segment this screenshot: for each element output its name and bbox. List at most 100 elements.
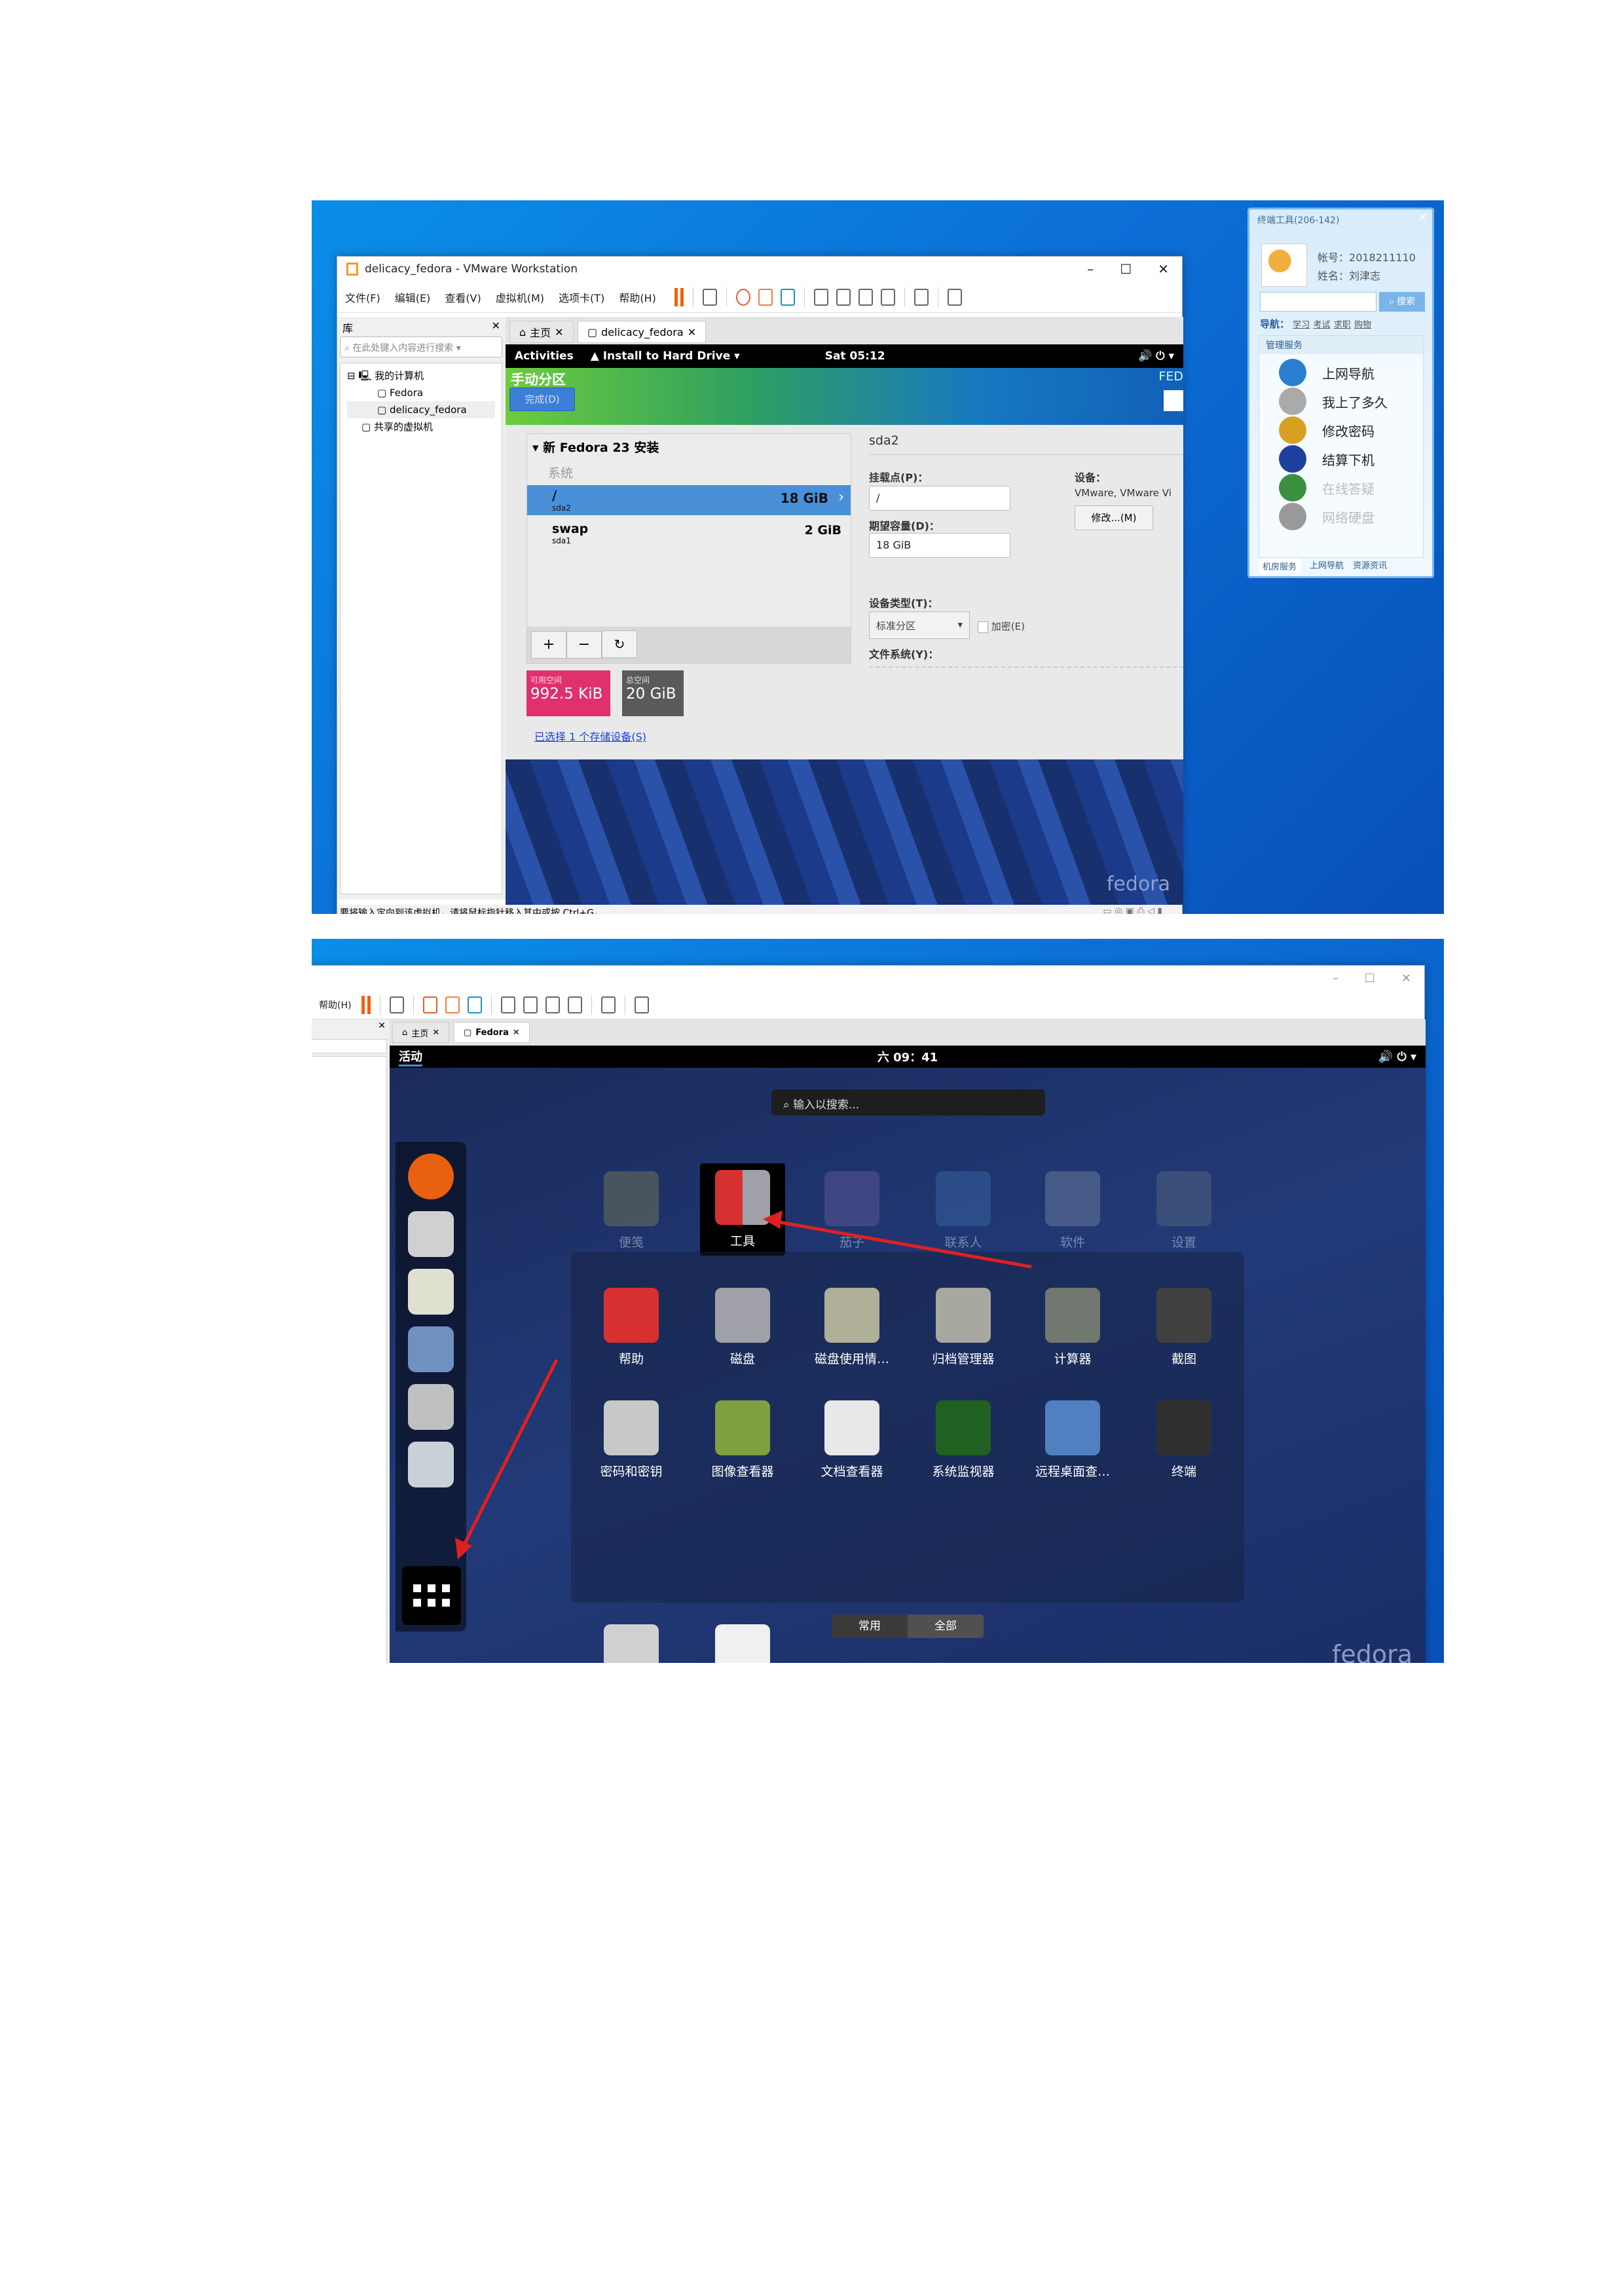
fullscreen-icon[interactable] xyxy=(545,996,561,1013)
maximize-button[interactable]: ☐ xyxy=(1120,261,1132,277)
minimize-button[interactable]: – xyxy=(1087,261,1094,277)
tab-fedora[interactable]: ▢ Fedora ✕ xyxy=(454,1022,530,1043)
service-item[interactable]: 网络硬盘 xyxy=(1279,502,1423,531)
minimize-button[interactable]: – xyxy=(1333,972,1338,985)
unity-icon[interactable] xyxy=(568,996,583,1013)
capacity-input[interactable]: 18 GiB xyxy=(869,533,1010,558)
screenshot-install: delicacy_fedora - VMware Workstation – ☐ ✕… xyxy=(312,200,1444,914)
tab-resources[interactable]: 资源资讯 xyxy=(1353,558,1387,574)
partition-row[interactable]: swap sda1 2 GiB xyxy=(527,515,851,552)
tab-delicacy-fedora[interactable]: ▢ delicacy_fedora ✕ xyxy=(578,321,707,343)
available-space: 可用空间 992.5 KiB xyxy=(526,670,610,716)
widget-search-input[interactable] xyxy=(1260,292,1376,312)
library-close-icon[interactable]: ✕ xyxy=(492,319,500,335)
snapshot-icon[interactable] xyxy=(423,996,438,1013)
pause-icon[interactable] xyxy=(361,995,371,1014)
console-icon[interactable] xyxy=(913,288,929,306)
remove-partition-button[interactable]: − xyxy=(566,631,602,659)
tree-item-shared-vms[interactable]: ▢ 共享的虚拟机 xyxy=(347,418,495,435)
console-icon[interactable] xyxy=(601,996,616,1013)
service-item[interactable]: 上网导航 xyxy=(1279,358,1423,387)
all-tab[interactable]: 全部 xyxy=(908,1614,984,1638)
device-type-dropdown[interactable]: 标准分区 ▾ xyxy=(869,611,970,639)
widget-close-icon[interactable]: ✕ xyxy=(1418,211,1427,223)
tab-lab-service[interactable]: 机房服务 xyxy=(1259,558,1301,574)
chevron-right-icon: › xyxy=(838,489,844,505)
done-button[interactable]: 完成(D) xyxy=(509,388,575,411)
nav-link-study[interactable]: 学习 xyxy=(1293,320,1310,330)
menu-help[interactable]: 帮助(H) xyxy=(319,998,351,1011)
service-item[interactable]: 修改密码 xyxy=(1279,416,1423,445)
service-icon xyxy=(1279,503,1306,530)
unity-icon[interactable] xyxy=(880,288,895,306)
total-space: 总空间 20 GiB xyxy=(622,670,684,716)
library-title: 库 xyxy=(342,322,354,335)
close-button[interactable]: ✕ xyxy=(1158,261,1169,277)
menu-vm[interactable]: 虚拟机(M) xyxy=(496,289,544,305)
user-avatar xyxy=(1261,244,1307,287)
tree-item-my-computer[interactable]: ⊟ 🖳 我的计算机 xyxy=(347,367,495,384)
tab-strip: ⌂ 主页 ✕ ▢ Fedora ✕ xyxy=(390,1019,1426,1046)
tab-home[interactable]: ⌂ 主页 ✕ xyxy=(392,1022,450,1043)
library-search-input[interactable]: ⌕ 在此处键入内容进行搜索 ▾ xyxy=(340,337,502,357)
mount-point-input[interactable]: / xyxy=(869,486,1010,511)
activities-button[interactable]: Activities xyxy=(515,350,574,363)
tab-web-nav[interactable]: 上网导航 xyxy=(1310,558,1344,574)
stretch-icon[interactable] xyxy=(635,996,650,1013)
storage-devices-link[interactable]: 已选择 1 个存储设备(S) xyxy=(534,728,646,744)
revert-snapshot-icon[interactable] xyxy=(758,288,773,306)
library-panel: ✕ xyxy=(312,1019,390,1663)
thumbnail-icon[interactable] xyxy=(523,996,538,1013)
snapshot-icon[interactable] xyxy=(735,288,750,306)
close-button[interactable]: ✕ xyxy=(1401,972,1411,985)
nav-link-exam[interactable]: 考试 xyxy=(1314,320,1331,330)
nav-link-jobs[interactable]: 求职 xyxy=(1334,320,1351,330)
installer-header: 手动分区 完成(D) FED xyxy=(506,368,1183,425)
menu-file[interactable]: 文件(F) xyxy=(345,289,380,305)
library-view-icon[interactable] xyxy=(501,996,516,1013)
service-item[interactable]: 在线答疑 xyxy=(1279,473,1423,502)
service-item[interactable]: 我上了多久 xyxy=(1279,387,1423,416)
terminal-tool-widget: 终端工具(206-142) ✕ 帐号：2018211110 姓名：刘津志 ⌕ 搜… xyxy=(1247,208,1434,578)
stretch-icon[interactable] xyxy=(947,288,962,306)
partition-list: ▾ 新 Fedora 23 安装 系统 / sda2 18 GiB › swap sd… xyxy=(526,433,851,664)
service-icon xyxy=(1279,388,1306,415)
snapshot-manager-icon[interactable] xyxy=(468,996,483,1013)
reload-button[interactable]: ↻ xyxy=(602,630,637,658)
send-keys-icon[interactable] xyxy=(390,996,405,1013)
installer-title: 手动分区 xyxy=(511,372,566,388)
install-group-header[interactable]: ▾ 新 Fedora 23 安装 xyxy=(527,434,851,460)
revert-snapshot-icon[interactable] xyxy=(445,996,460,1013)
widget-search-button[interactable]: ⌕ 搜索 xyxy=(1379,292,1425,312)
modify-button[interactable]: 修改...(M) xyxy=(1075,505,1153,530)
send-keys-icon[interactable] xyxy=(702,288,717,306)
tree-item-delicacy-fedora[interactable]: ▢ delicacy_fedora xyxy=(347,401,495,418)
menu-edit[interactable]: 编辑(E) xyxy=(395,289,431,305)
snapshot-manager-icon[interactable] xyxy=(780,288,795,306)
view-switcher: 常用 全部 xyxy=(832,1614,984,1638)
library-close-icon[interactable]: ✕ xyxy=(378,1021,386,1031)
partition-row[interactable]: / sda2 18 GiB › xyxy=(527,485,851,515)
encrypt-checkbox[interactable]: 加密(E) xyxy=(978,619,1025,633)
tree-item-fedora[interactable]: ▢ Fedora xyxy=(347,384,495,401)
library-view-icon[interactable] xyxy=(813,288,828,306)
menu-view[interactable]: 查看(V) xyxy=(445,289,481,305)
vm-screen[interactable]: 活动 六 09：41 🔊 ⏻ ▾ ⌕ 输入以搜索... 便笺 工具 茄子 联系人 软件设… xyxy=(390,1046,1426,1663)
nav-link-shopping[interactable]: 购物 xyxy=(1354,320,1371,330)
vm-screen[interactable]: Activities ▲ Install to Hard Drive ▾ Sat… xyxy=(506,344,1183,905)
keyboard-icon[interactable] xyxy=(1164,390,1183,411)
service-item[interactable]: 结算下机 xyxy=(1279,445,1423,473)
menu-tabs[interactable]: 选项卡(T) xyxy=(559,289,604,305)
device-status-icons[interactable]: ▭ ◎ ▣ ⎙ ◁ ▮ xyxy=(1103,906,1162,914)
add-partition-button[interactable]: + xyxy=(531,631,566,659)
system-menu-icon[interactable]: 🔊 ⏻ ▾ xyxy=(1138,350,1174,363)
tab-home[interactable]: ⌂ 主页 ✕ xyxy=(509,321,574,343)
fullscreen-icon[interactable] xyxy=(858,288,873,306)
thumbnail-icon[interactable] xyxy=(836,288,851,306)
app-menu[interactable]: ▲ Install to Hard Drive ▾ xyxy=(591,350,740,363)
pause-icon[interactable] xyxy=(674,287,684,306)
frequent-tab[interactable]: 常用 xyxy=(832,1614,908,1638)
maximize-button[interactable]: ☐ xyxy=(1365,972,1375,985)
service-icon xyxy=(1279,445,1306,473)
menu-help[interactable]: 帮助(H) xyxy=(619,289,656,305)
